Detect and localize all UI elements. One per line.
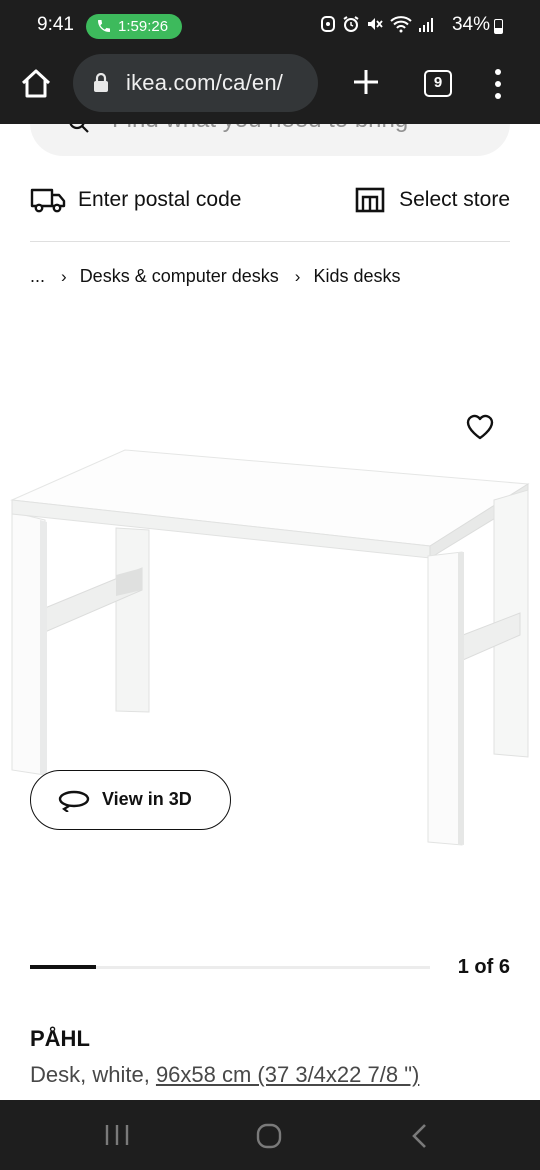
alarm-icon (343, 16, 359, 32)
more-menu-icon[interactable] (487, 66, 509, 102)
status-time: 9:41 (37, 14, 74, 35)
battery-icon (494, 19, 503, 34)
view-in-3d-label[interactable]: View in 3D (102, 789, 192, 810)
tab-switcher-button[interactable]: 9 (424, 70, 452, 97)
battery-percent: 34% (451, 14, 490, 35)
status-bar: 9:41 1:59:26 34% (0, 0, 540, 52)
select-store-button[interactable]: Select store (355, 184, 510, 216)
back-icon[interactable] (409, 1123, 431, 1149)
ongoing-call-pill[interactable]: 1:59:26 (86, 14, 182, 39)
browser-toolbar: ikea.com/ca/en/ 9 (0, 52, 540, 116)
chevron-right-icon: › (61, 266, 67, 286)
product-name: PÅHL (30, 1026, 90, 1051)
status-icons (320, 15, 436, 33)
home-icon[interactable] (18, 66, 54, 102)
breadcrumb: ... › Desks & computer desks › Kids desk… (30, 266, 400, 287)
product-image[interactable] (0, 320, 540, 930)
view-in-3d-button[interactable]: View in 3D (30, 770, 231, 830)
system-home-icon[interactable] (256, 1123, 282, 1149)
postal-code-button[interactable]: Enter postal code (30, 184, 241, 216)
product-description: Desk, white, 96x58 cm (37 3/4x22 7/8 ") (30, 1062, 419, 1088)
chevron-right-icon: › (294, 266, 301, 286)
breadcrumb-item-kids-desks[interactable]: Kids desks (313, 266, 400, 287)
rotate-3d-icon (58, 790, 90, 812)
breadcrumb-item-desks[interactable]: Desks & computer desks (80, 266, 279, 287)
store-icon (355, 187, 385, 213)
select-store-label[interactable]: Select store (399, 188, 510, 212)
divider (30, 241, 510, 242)
product-type: Desk, white, (30, 1062, 156, 1087)
image-carousel-progress-fill (30, 965, 97, 969)
recent-apps-icon[interactable] (104, 1124, 130, 1146)
call-timer: 1:59:26 (118, 18, 169, 35)
phone-icon (98, 20, 110, 32)
image-carousel-progress (30, 965, 430, 969)
signal-icon (419, 18, 433, 32)
postal-code-label[interactable]: Enter postal code (78, 188, 241, 212)
wifi-icon (390, 16, 412, 33)
lock-icon[interactable] (93, 73, 109, 93)
breadcrumb-ellipsis[interactable]: ... (30, 266, 45, 287)
address-bar[interactable]: ikea.com/ca/en/ (73, 54, 318, 112)
system-nav-bar (0, 1100, 540, 1170)
new-tab-icon[interactable] (350, 66, 382, 98)
mute-icon (368, 18, 383, 30)
heart-icon[interactable] (465, 412, 495, 442)
image-page-counter: 1 of 6 (457, 956, 510, 978)
toolbar-edge (0, 116, 540, 124)
url-text[interactable]: ikea.com/ca/en/ (126, 70, 283, 96)
truck-icon (30, 188, 66, 213)
product-dimensions-link[interactable]: 96x58 cm (37 3/4x22 7/8 ") (156, 1062, 419, 1087)
profile-icon (321, 16, 335, 32)
